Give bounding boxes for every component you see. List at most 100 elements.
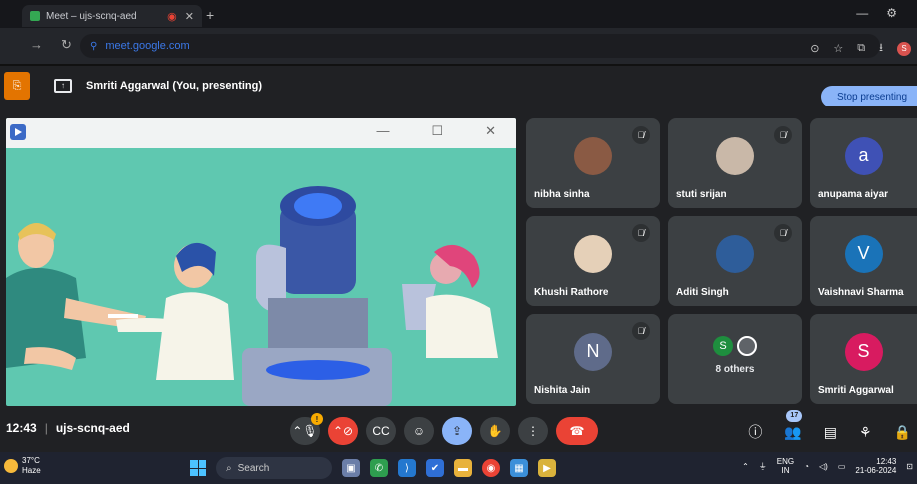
captions-button[interactable]: CC [366, 417, 396, 445]
notification-icon[interactable]: ⊡ [906, 462, 913, 471]
windows-taskbar: 37°C Haze ⌕ Search ▣ ✆ ⟩ ✔ ▬ ◉ ▦ ▶ ⌃ ⏚ EN… [0, 452, 917, 484]
new-tab-button[interactable]: + [206, 7, 214, 23]
clock-time: 12:43 [876, 457, 897, 466]
search-icon: ⌕ [226, 462, 232, 474]
participant-tile[interactable]: a anupama aiyar [810, 118, 917, 208]
warning-badge-icon: ! [311, 413, 323, 425]
participant-tile[interactable]: 🎙̸ N Nishita Jain [526, 314, 660, 404]
windows-start-icon[interactable] [190, 460, 206, 476]
toolbar-extras: ⊙ ☆ ⧉ ⭳ S [810, 39, 911, 58]
participant-tile[interactable]: 🎙̸ Khushi Rathore [526, 216, 660, 306]
reload-icon[interactable]: ↻ [61, 37, 72, 53]
taskbar-search[interactable]: ⌕ Search [216, 457, 332, 479]
raise-hand-button[interactable]: ✋ [480, 417, 510, 445]
forward-icon[interactable]: → [30, 37, 43, 53]
minimize-icon[interactable]: — [856, 6, 868, 20]
leave-call-button[interactable]: ☎ [556, 417, 598, 445]
patient-figure [6, 223, 146, 370]
present-screen-icon: ↑ [54, 79, 72, 93]
avatar: a [844, 136, 883, 175]
temperature: 37°C [22, 456, 40, 465]
show-hidden-icons-icon[interactable]: ⌃ [742, 462, 749, 471]
system-tray: ⌃ ⏚ ENG IN ◔ ◁) ▭ 12:43 21-06-2024 ⊡ [742, 457, 913, 475]
participant-tile[interactable]: 🎙̸ nibha sinha [526, 118, 660, 208]
avatar-initial: V [857, 243, 870, 264]
lab-illustration [6, 186, 498, 406]
taskbar-clock[interactable]: 12:43 21-06-2024 [855, 457, 896, 475]
clock-date: 21-06-2024 [855, 466, 897, 475]
address-bar[interactable]: ⚲ meet.google.com [80, 34, 880, 58]
participant-name: anupama aiyar [818, 189, 889, 200]
activities-icon[interactable]: ⚘ [859, 424, 872, 441]
mic-muted-icon: 🎙̸ [774, 224, 792, 242]
mic-muted-icon: 🎙̸ [632, 322, 650, 340]
avatar-initial: N [586, 341, 600, 362]
host-controls-icon[interactable]: 🔒 [894, 424, 911, 441]
scientist-figure [402, 244, 498, 358]
others-avatars: S [713, 336, 757, 357]
participant-tile[interactable]: V Vaishnavi Sharma [810, 216, 917, 306]
meeting-stage: — ☐ ✕ 🎙̸ nibha sinha 🎙̸ stuti srijan a a… [0, 106, 917, 410]
taskbar-apps: ⌕ Search ▣ ✆ ⟩ ✔ ▬ ◉ ▦ ▶ [190, 457, 556, 479]
camera-off-button[interactable]: ⌃⊘ [328, 417, 358, 445]
todo-icon[interactable]: ✔ [426, 459, 444, 477]
bookmark-star-icon[interactable]: ☆ [833, 42, 843, 55]
meeting-controls-bar: 12:43 | ujs-scnq-aed ⌃🎙! ⌃⊘ CC ☺ ⇪ ✋ ⋮ ☎… [0, 409, 917, 452]
emoji-reaction-button[interactable]: ☺ [404, 417, 434, 445]
browser-tab-meet[interactable]: Meet – ujs-scnq-aed ◉ ✕ [22, 5, 202, 27]
divider: | [44, 421, 48, 435]
others-tile[interactable]: S 8 others [668, 314, 802, 404]
media-app-icon[interactable]: ▶ [538, 459, 556, 477]
recording-icon: ◉ [167, 10, 177, 23]
lang-primary: ENG [776, 457, 795, 466]
participant-name: Nishita Jain [534, 385, 591, 396]
mic-muted-icon: 🎙̸ [632, 224, 650, 242]
whatsapp-icon[interactable]: ✆ [370, 459, 388, 477]
cast-icon[interactable]: ⊙ [810, 42, 819, 55]
file-explorer-icon[interactable]: ▬ [454, 459, 472, 477]
weather-condition: Haze [22, 466, 41, 475]
others-count: 8 others [715, 364, 755, 376]
tab-title: Meet – ujs-scnq-aed [46, 10, 137, 22]
language-indicator[interactable]: ENG IN [777, 457, 794, 475]
present-now-button[interactable]: ⇪ [442, 417, 472, 445]
close-tab-icon[interactable]: ✕ [185, 10, 194, 23]
download-icon[interactable]: ⭳ [879, 39, 883, 58]
weather-sun-icon [4, 459, 18, 473]
mic-toggle-button[interactable]: ⌃🎙! [290, 413, 323, 445]
meeting-code: ujs-scnq-aed [55, 421, 130, 435]
side-controls: ⓘ 👥 17 ▤ ⚘ 🔒 [748, 409, 911, 442]
profile-avatar[interactable]: S [897, 41, 911, 56]
stop-presenting-button[interactable]: Stop presenting [821, 86, 917, 108]
task-view-icon[interactable]: ▣ [342, 459, 360, 477]
people-button[interactable]: 👥 17 [784, 409, 803, 441]
chat-icon[interactable]: ▤ [824, 424, 837, 441]
more-options-button[interactable]: ⋮ [518, 417, 548, 445]
participant-name: Vaishnavi Sharma [818, 287, 904, 298]
search-label: Search [237, 462, 270, 474]
avatar: S [844, 332, 883, 371]
call-controls: ⌃🎙! ⌃⊘ CC ☺ ⇪ ✋ ⋮ ☎ [290, 413, 598, 445]
wifi-icon[interactable]: ◔ [804, 462, 809, 471]
participant-name: Khushi Rathore [534, 287, 609, 298]
chrome-icon[interactable]: ◉ [482, 459, 500, 477]
close-icon: ✕ [485, 123, 496, 138]
photos-icon[interactable]: ▦ [510, 459, 528, 477]
vscode-icon[interactable]: ⟩ [398, 459, 416, 477]
volume-icon[interactable]: ◁) [819, 462, 828, 471]
participant-tile[interactable]: 🎙̸ Aditi Singh [668, 216, 802, 306]
window-settings-icon[interactable]: ⚙ [886, 6, 897, 20]
shared-window-controls: — ☐ ✕ [376, 123, 496, 139]
participant-tile[interactable]: 🎙̸ stuti srijan [668, 118, 802, 208]
avatar [574, 234, 612, 273]
presenting-label: Smriti Aggarwal (You, presenting) [86, 80, 263, 92]
meeting-details-icon[interactable]: ⓘ [748, 422, 762, 442]
self-tile[interactable]: S Smriti Aggarwal [810, 314, 917, 404]
usb-icon[interactable]: ⏚ [759, 461, 767, 472]
meeting-info: 12:43 | ujs-scnq-aed [6, 421, 130, 435]
weather-widget[interactable]: 37°C Haze [4, 456, 41, 476]
battery-icon[interactable]: ▭ [838, 462, 846, 471]
extensions-icon[interactable]: ⧉ [857, 42, 865, 55]
side-panel-icon[interactable]: ⎘ [4, 72, 30, 100]
site-info-icon[interactable]: ⚲ [90, 41, 97, 52]
